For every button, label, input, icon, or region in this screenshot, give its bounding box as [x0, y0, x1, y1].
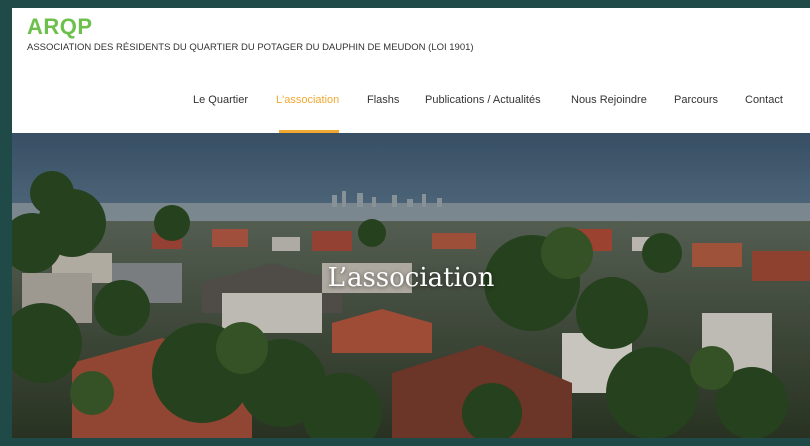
- hero-title: L’association: [327, 263, 495, 293]
- nav-item-le-quartier[interactable]: Le Quartier: [193, 94, 248, 106]
- nav-item-association[interactable]: L'association: [276, 94, 339, 106]
- nav-item-publications[interactable]: Publications / Actualités: [425, 94, 541, 106]
- window-frame-left: [0, 0, 12, 446]
- window-frame-bottom: [0, 438, 810, 446]
- site-header: ARQP ASSOCIATION DES RÉSIDENTS DU QUARTI…: [12, 8, 810, 133]
- nav-item-parcours[interactable]: Parcours: [674, 94, 718, 106]
- nav-item-contact[interactable]: Contact: [745, 94, 783, 106]
- site-logo-text[interactable]: ARQP: [27, 14, 93, 40]
- nav-item-nous-rejoindre[interactable]: Nous Rejoindre: [571, 94, 647, 106]
- site-tagline: ASSOCIATION DES RÉSIDENTS DU QUARTIER DU…: [27, 42, 474, 53]
- main-nav: Le Quartier L'association Flashs Publica…: [12, 92, 810, 133]
- web-page: ARQP ASSOCIATION DES RÉSIDENTS DU QUARTI…: [12, 8, 810, 438]
- nav-item-flashs[interactable]: Flashs: [367, 94, 399, 106]
- hero-banner: L’association: [12, 133, 810, 438]
